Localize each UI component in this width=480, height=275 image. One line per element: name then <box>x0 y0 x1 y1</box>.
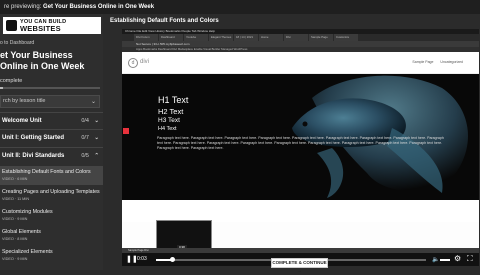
recorded-hero: H1 Text H2 Text H3 Text H4 Text Paragrap… <box>122 74 479 200</box>
heading-4-sample: H4 Text <box>158 126 177 132</box>
recorded-site-nav: Sample Page Uncategorized <box>406 60 463 64</box>
current-time: 0:03 <box>137 256 147 262</box>
recorded-tab: Divi Forum <box>134 34 158 41</box>
course-progress-bar <box>0 87 100 89</box>
lesson-meta: VIDEO · 6 MIN <box>2 177 28 181</box>
preview-course-name: Get Your Business Online in One Week <box>43 4 155 10</box>
back-to-dashboard-link[interactable]: o to Dashboard <box>0 40 34 46</box>
lesson-item-active[interactable]: Establishing Default Fonts and Colors VI… <box>0 166 103 185</box>
recorded-tab: Youtube <box>184 34 208 41</box>
lesson-title: Global Elements <box>2 229 41 235</box>
video-player[interactable]: Chrome File Edit View History Bookmarks … <box>122 29 479 266</box>
heading-1-sample: H1 Text <box>158 95 189 105</box>
recorded-tab: Divi <box>284 34 308 41</box>
course-sidebar: YOU CAN BUILD WEBSITES o to Dashboard et… <box>0 14 103 270</box>
logo-line-2: WEBSITES <box>20 23 61 33</box>
lesson-heading: Establishing Default Fonts and Colors <box>110 18 219 24</box>
lesson-search-placeholder: rch by lesson title <box>3 98 46 104</box>
lesson-title: Creating Pages and Uploading Templates <box>2 189 100 195</box>
section-title: Unit II: Divi Standards <box>2 153 65 159</box>
chevron-down-icon: ⌄ <box>94 118 99 124</box>
recorded-tab: Home <box>259 34 283 41</box>
site-logo[interactable]: YOU CAN BUILD WEBSITES <box>3 17 101 34</box>
recorded-tab: 18 | 14 | 2021 <box>234 34 258 41</box>
lesson-title: Specialized Elements <box>2 249 53 255</box>
course-progress-fill <box>0 87 3 89</box>
course-progress-text: complete <box>0 78 23 84</box>
divi-logo-icon: d <box>128 58 138 68</box>
section-getting-started[interactable]: Unit I: Getting Started 0/7 ⌄ <box>0 129 103 145</box>
heading-3-sample: H3 Text <box>158 117 180 124</box>
lesson-meta: VIDEO · 11 MIN <box>2 197 30 201</box>
chevron-up-icon: ⌃ <box>94 153 99 159</box>
section-count: 0/7 <box>81 135 89 141</box>
volume-icon[interactable]: 🔈 <box>432 256 439 263</box>
chevron-down-icon: ⌄ <box>94 135 99 141</box>
lesson-item[interactable]: Global Elements VIDEO · 8 MIN <box>0 226 103 245</box>
nav-link: Uncategorized <box>440 60 463 64</box>
lesson-meta: VIDEO · 8 MIN <box>2 237 28 241</box>
recorded-tab: Elegant Themes <box>209 34 233 41</box>
section-title: Unit I: Getting Started <box>2 135 64 141</box>
lesson-title: Establishing Default Fonts and Colors <box>2 169 91 175</box>
volume-slider[interactable] <box>440 259 450 261</box>
section-welcome-unit[interactable]: Welcome Unit 0/4 ⌄ <box>0 112 103 128</box>
lesson-meta: VIDEO · 9 MIN <box>2 217 28 221</box>
pause-icon[interactable]: ❚❚ <box>126 256 138 263</box>
logo-mark-icon <box>6 20 17 31</box>
recorded-tab: Customize <box>334 34 358 41</box>
heading-2-sample: H2 Text <box>158 107 184 116</box>
video-side-marker <box>123 128 129 134</box>
section-count: 0/4 <box>81 118 89 124</box>
lesson-search-input[interactable]: rch by lesson title ⌄ <box>0 95 100 108</box>
section-title: Welcome Unit <box>2 118 42 124</box>
lesson-title: Customizing Modules <box>2 209 53 215</box>
lesson-item[interactable]: Specialized Elements VIDEO · 9 MIN <box>0 246 103 265</box>
fullscreen-icon[interactable]: ⛶ <box>467 255 473 263</box>
preview-banner: re previewing: Get Your Business Online … <box>0 0 480 14</box>
recorded-tab-strip: Divi Forum Dashboard Youtube Elegant The… <box>122 34 479 41</box>
search-chevron-icon[interactable]: ⌄ <box>91 97 96 108</box>
complete-and-continue-button[interactable]: COMPLETE & CONTINUE → <box>271 258 328 273</box>
preview-prefix: re previewing: <box>4 4 42 10</box>
recorded-website: d divi Sample Page Uncategorized H1 Text… <box>122 52 479 222</box>
section-divi-standards[interactable]: Unit II: Divi Standards 0/5 ⌃ <box>0 147 103 163</box>
lesson-item[interactable]: Creating Pages and Uploading Templates V… <box>0 186 103 205</box>
lesson-item[interactable]: Customizing Modules VIDEO · 9 MIN <box>0 206 103 225</box>
settings-gear-icon[interactable]: ⚙ <box>454 255 461 263</box>
recorded-site-lower <box>122 200 479 222</box>
nav-link: Sample Page <box>412 60 434 64</box>
recorded-site-header: d divi Sample Page Uncategorized <box>122 52 479 74</box>
site-brand: divi <box>140 59 150 65</box>
lesson-main: Establishing Default Fonts and Colors Ch… <box>103 14 480 273</box>
course-title: et Your Business Online in One Week <box>0 50 85 71</box>
recorded-tab: Sample Page <box>309 34 333 41</box>
section-count: 0/5 <box>81 153 89 159</box>
recorded-tab: Dashboard <box>159 34 183 41</box>
scrubber-handle[interactable] <box>170 257 176 262</box>
paragraph-sample: Paragraph text here. Paragraph text here… <box>157 136 444 150</box>
lesson-meta: VIDEO · 9 MIN <box>2 257 28 261</box>
